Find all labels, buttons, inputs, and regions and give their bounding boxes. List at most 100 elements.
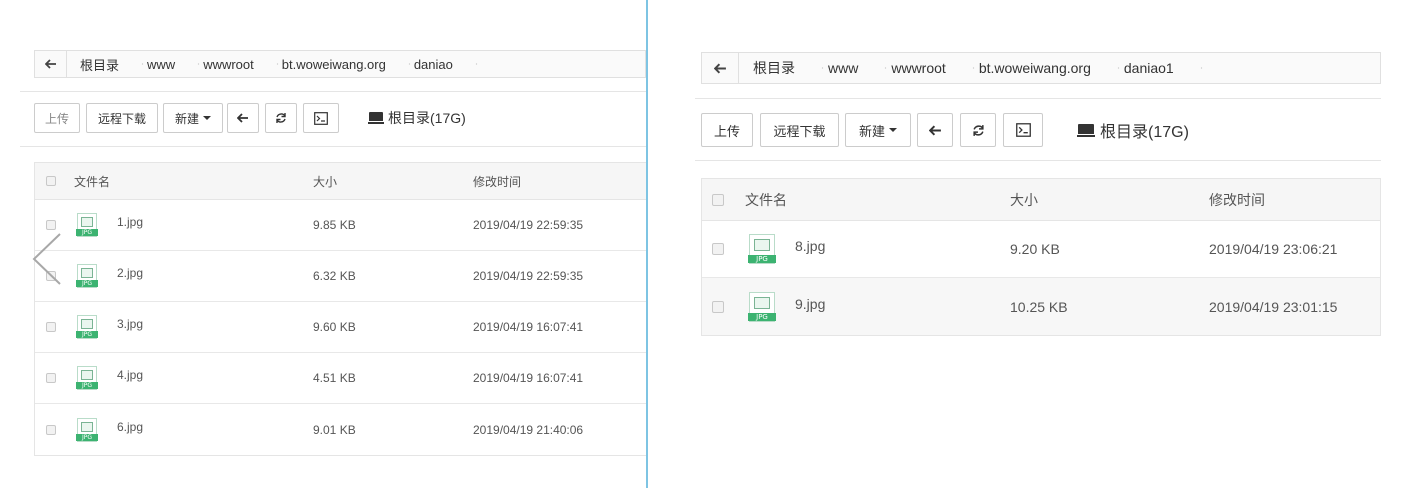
row-checkbox[interactable] [712,243,724,255]
back-button[interactable] [702,53,739,83]
caret-down-icon [889,128,897,132]
remote-download-button[interactable]: 远程下载 [86,103,158,133]
breadcrumb-item-current[interactable]: daniao [408,51,475,77]
disk-info[interactable]: 根目录(17G) [368,108,466,128]
file-name-cell[interactable]: JPG 3.jpg [76,315,313,339]
table-row[interactable]: JPG 1.jpg 9.85 KB 2019/04/19 22:59:35 [35,200,649,251]
row-checkbox[interactable] [46,424,56,435]
toolbar: 上传 远程下载 新建 根目录(17G) [34,103,466,133]
breadcrumb-item-root[interactable]: 根目录 [739,53,821,83]
select-all-checkbox[interactable] [46,176,56,186]
file-mtime: 2019/04/19 16:07:41 [473,320,584,334]
arrow-left-icon [237,113,248,123]
breadcrumb-item-site[interactable]: bt.woweiwang.org [276,51,408,77]
file-name-cell[interactable]: JPG 2.jpg [76,264,313,288]
breadcrumb-item-current[interactable]: daniao1 [1117,53,1200,83]
breadcrumb-item-www[interactable]: www [141,51,197,77]
breadcrumb-item-root[interactable]: 根目录 [67,51,141,77]
column-header-name[interactable]: 文件名 [745,190,1010,210]
file-mtime: 2019/04/19 21:40:06 [473,422,584,437]
refresh-button[interactable] [960,113,996,147]
back-dir-button[interactable] [917,113,953,147]
new-button[interactable]: 新建 [163,103,223,133]
arrow-left-icon [928,124,941,136]
right-file-panel: 根目录 www wwwroot bt.woweiwang.org daniao1… [648,0,1403,488]
file-name: 1.jpg [117,215,144,229]
chevron-left-icon[interactable] [30,232,64,286]
terminal-button[interactable] [303,103,339,133]
jpg-file-icon: JPG [748,291,776,322]
column-header-name[interactable]: 文件名 [74,173,313,190]
terminal-icon [1015,123,1031,137]
refresh-icon [972,124,984,136]
breadcrumb-item-www[interactable]: www [821,53,884,83]
select-all-checkbox[interactable] [712,193,724,206]
row-checkbox[interactable] [46,373,56,383]
file-type-tag: JPG [748,255,776,263]
terminal-button[interactable] [1003,113,1043,147]
toolbar-divider [695,160,1381,161]
file-table: 文件名 大小 修改时间 JPG 1.jpg 9.85 KB 2019/04/19 22… [34,162,650,456]
column-header-size[interactable]: 大小 [313,173,473,190]
column-header-size[interactable]: 大小 [1010,190,1209,210]
file-size: 9.60 KB [313,320,356,334]
column-header-mtime[interactable]: 修改时间 [473,173,521,190]
file-size: 9.85 KB [313,218,356,232]
table-row[interactable]: JPG 3.jpg 9.60 KB 2019/04/19 16:07:41 [35,302,649,353]
file-size: 10.25 KB [1010,298,1068,315]
breadcrumb-item-wwwroot[interactable]: wwwroot [197,51,276,77]
column-header-mtime[interactable]: 修改时间 [1209,190,1265,210]
breadcrumb-item-site[interactable]: bt.woweiwang.org [972,53,1117,83]
file-name-cell[interactable]: JPG 8.jpg [748,234,1010,264]
jpg-file-icon: JPG [76,213,98,237]
upload-button[interactable]: 上传 [34,103,80,133]
file-name: 4.jpg [117,368,144,382]
file-mtime: 2019/04/19 23:06:21 [1209,241,1338,257]
remote-download-button[interactable]: 远程下载 [760,113,839,147]
terminal-icon [314,111,328,125]
file-mtime: 2019/04/19 22:59:35 [473,269,584,283]
table-row[interactable]: JPG 9.jpg 10.25 KB 2019/04/19 23:01:15 [702,278,1380,335]
toolbar: 上传 远程下载 新建 根目录(17G) [701,113,1189,147]
file-name: 2.jpg [117,266,144,280]
row-checkbox[interactable] [712,300,724,313]
caret-down-icon [203,116,211,120]
breadcrumb: 根目录 www wwwroot bt.woweiwang.org daniao1 [701,52,1381,84]
table-row[interactable]: JPG 4.jpg 4.51 KB 2019/04/19 16:07:41 [35,353,649,404]
table-row[interactable]: JPG 8.jpg 9.20 KB 2019/04/19 23:06:21 [702,221,1380,278]
back-button[interactable] [35,51,67,77]
jpg-file-icon: JPG [76,315,98,339]
new-button[interactable]: 新建 [845,113,911,147]
file-size: 9.20 KB [1010,241,1060,257]
disk-info[interactable]: 根目录(17G) [1077,118,1189,142]
file-name: 6.jpg [117,419,144,434]
upload-button[interactable]: 上传 [701,113,753,147]
file-name-cell[interactable]: JPG 4.jpg [76,366,313,390]
table-row[interactable]: JPG 6.jpg 9.01 KB 2019/04/19 21:40:06 [35,404,649,455]
file-type-tag: JPG [76,280,98,287]
row-checkbox[interactable] [46,220,56,230]
file-type-tag: JPG [76,382,98,389]
file-name-cell[interactable]: JPG 1.jpg [76,213,313,237]
back-dir-button[interactable] [227,103,259,133]
table-header: 文件名 大小 修改时间 [35,163,649,200]
row-checkbox[interactable] [46,322,56,332]
file-type-tag: JPG [76,433,98,441]
file-mtime: 2019/04/19 16:07:41 [473,371,584,385]
file-name: 9.jpg [795,295,826,312]
refresh-button[interactable] [265,103,297,133]
disk-icon [368,112,384,124]
breadcrumb-divider [20,91,646,92]
refresh-icon [276,113,286,123]
toolbar-divider [20,146,646,147]
jpg-file-icon: JPG [76,264,98,288]
table-row[interactable]: JPG 2.jpg 6.32 KB 2019/04/19 22:59:35 [35,251,649,302]
arrow-left-icon [44,59,56,69]
breadcrumb-divider [695,98,1381,99]
file-name-cell[interactable]: JPG 6.jpg [76,417,313,442]
file-type-tag: JPG [748,312,776,321]
disk-icon [1077,123,1095,137]
file-name-cell[interactable]: JPG 9.jpg [748,291,1010,322]
file-name: 3.jpg [117,317,144,331]
breadcrumb-item-wwwroot[interactable]: wwwroot [884,53,971,83]
